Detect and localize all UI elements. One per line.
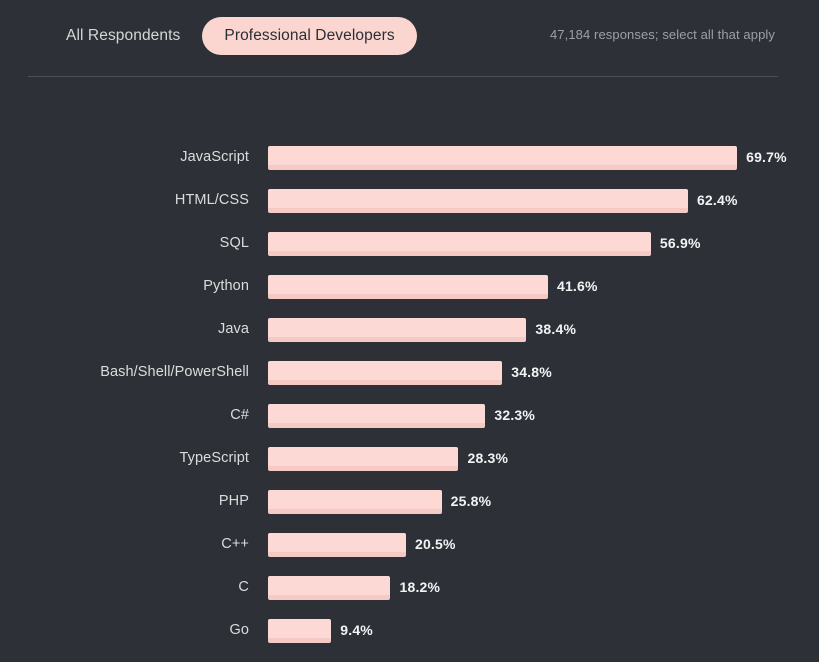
bar-fill[interactable] [268,232,651,256]
toggle-all-respondents[interactable]: All Respondents [44,17,202,55]
bar-fill[interactable] [268,490,442,514]
bar-track: 69.7% [268,146,819,170]
chart-header: All Respondents Professional Developers … [0,0,819,77]
bar-label: Java [217,321,249,337]
bar-track: 41.6% [268,275,819,299]
bar-track: 38.4% [268,318,819,342]
bar-row: Java 38.4% [0,318,819,361]
bar-row: Bash/Shell/PowerShell 34.8% [0,361,819,404]
bar-label: C# [230,407,249,423]
bar-label: C [238,579,249,595]
bar-label: SQL [219,235,249,251]
bar-label: Bash/Shell/PowerShell [100,364,249,380]
bar-row: TypeScript 28.3% [0,447,819,490]
chart-container: All Respondents Professional Developers … [0,0,819,651]
bar-list: JavaScript 69.7% HTML/CSS 62.4% SQL 56.9% Pyth… [0,146,819,662]
bar-fill[interactable] [268,275,548,299]
bar-track: 9.4% [268,619,819,643]
bar-row: C# 32.3% [0,404,819,447]
bar-row: JavaScript 69.7% [0,146,819,189]
responses-note: 47,184 responses; select all that apply [549,27,775,42]
bar-label: HTML/CSS [174,192,249,208]
bar-row: HTML/CSS 62.4% [0,189,819,232]
bar-value-label: 34.8% [511,364,552,380]
bar-value-label: 69.7% [746,149,787,165]
bar-row: SQL 56.9% [0,232,819,275]
bar-fill[interactable] [268,318,527,342]
bar-fill[interactable] [268,361,503,385]
bar-value-label: 32.3% [494,407,536,423]
bar-row: Python 41.6% [0,275,819,318]
bar-fill[interactable] [268,576,391,600]
bar-label: Python [203,278,249,294]
bar-track: 25.8% [268,490,819,514]
bar-value-label: 20.5% [414,536,456,552]
bar-track: 32.3% [268,404,819,428]
bar-fill[interactable] [268,189,688,213]
bar-label: JavaScript [180,149,249,165]
bar-value-label: 25.8% [450,493,492,509]
bar-value-label: 62.4% [696,192,738,208]
bar-label: TypeScript [179,450,249,466]
bar-row: PHP 25.8% [0,490,819,533]
toggle-professional-developers[interactable]: Professional Developers [202,17,417,55]
bar-track: 62.4% [268,189,819,213]
bar-label: Go [229,622,249,638]
bar-row: Go 9.4% [0,619,819,662]
bar-label: C++ [221,536,249,552]
bar-track: 28.3% [268,447,819,471]
bar-value-label: 18.2% [399,579,441,595]
bar-value-label: 28.3% [467,450,509,466]
bar-value-label: 38.4% [535,321,577,337]
bar-label: PHP [218,493,249,509]
bar-row: C++ 20.5% [0,533,819,576]
bar-value-label: 56.9% [659,235,701,251]
bar-track: 20.5% [268,533,819,557]
bar-track: 34.8% [268,361,819,385]
bar-fill[interactable] [268,447,459,471]
bar-track: 18.2% [268,576,819,600]
bar-value-label: 9.4% [340,622,373,638]
bar-fill[interactable] [268,619,332,643]
bar-fill[interactable] [268,146,738,170]
header-divider [28,76,778,77]
bar-row: C 18.2% [0,576,819,619]
bar-fill[interactable] [268,404,486,428]
bar-value-label: 41.6% [556,278,598,294]
respondent-filter-toggle-group: All Respondents Professional Developers [44,17,417,55]
bar-track: 56.9% [268,232,819,256]
bar-fill[interactable] [268,533,406,557]
